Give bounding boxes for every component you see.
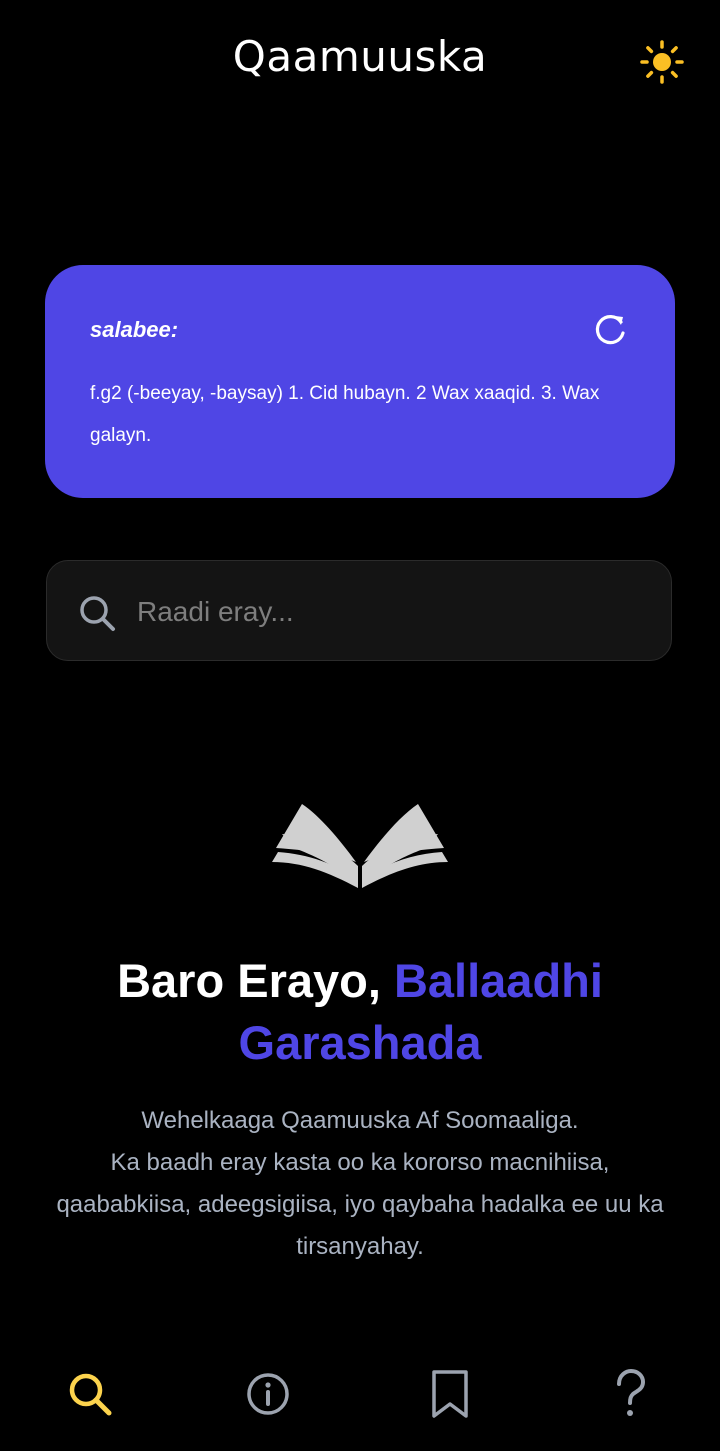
bookmark-icon bbox=[432, 1370, 468, 1418]
search-icon bbox=[69, 1373, 112, 1416]
bottom-navigation bbox=[0, 1338, 720, 1451]
nav-help[interactable] bbox=[604, 1366, 656, 1422]
app-title: Qaamuuska bbox=[232, 32, 488, 81]
search-input[interactable] bbox=[135, 581, 649, 643]
hero-tagline: Wehelkaaga Qaamuuska Af Soomaaliga. Ka b… bbox=[40, 1100, 680, 1268]
info-icon bbox=[247, 1373, 289, 1415]
word-definition: f.g2 (-beeyay, -baysay) 1. Cid hubayn. 2… bbox=[90, 383, 600, 446]
search-icon bbox=[80, 596, 115, 631]
nav-search[interactable] bbox=[64, 1366, 116, 1422]
theme-toggle-button[interactable] bbox=[638, 38, 686, 86]
refresh-button[interactable] bbox=[591, 311, 629, 349]
open-book-icon bbox=[272, 804, 448, 888]
word-title: salabee: bbox=[90, 317, 179, 342]
hero-headline: Baro Erayo, Ballaadhi Garashada bbox=[40, 950, 680, 1074]
nav-bookmarks[interactable] bbox=[424, 1366, 476, 1422]
sun-icon bbox=[640, 40, 684, 84]
nav-info[interactable] bbox=[242, 1366, 294, 1422]
search-bar[interactable] bbox=[46, 560, 672, 661]
app-header: Qaamuuska bbox=[0, 0, 720, 124]
help-icon bbox=[617, 1368, 646, 1416]
refresh-icon bbox=[595, 315, 625, 345]
headline-part-1: Baro Erayo, bbox=[117, 954, 394, 1007]
word-of-day-card: salabee: f.g2 (-beeyay, -baysay) 1. Cid … bbox=[45, 265, 675, 498]
tagline-line-2: Ka baadh eray kasta oo ka kororso macnih… bbox=[56, 1149, 664, 1260]
tagline-line-1: Wehelkaaga Qaamuuska Af Soomaaliga. bbox=[141, 1107, 579, 1134]
